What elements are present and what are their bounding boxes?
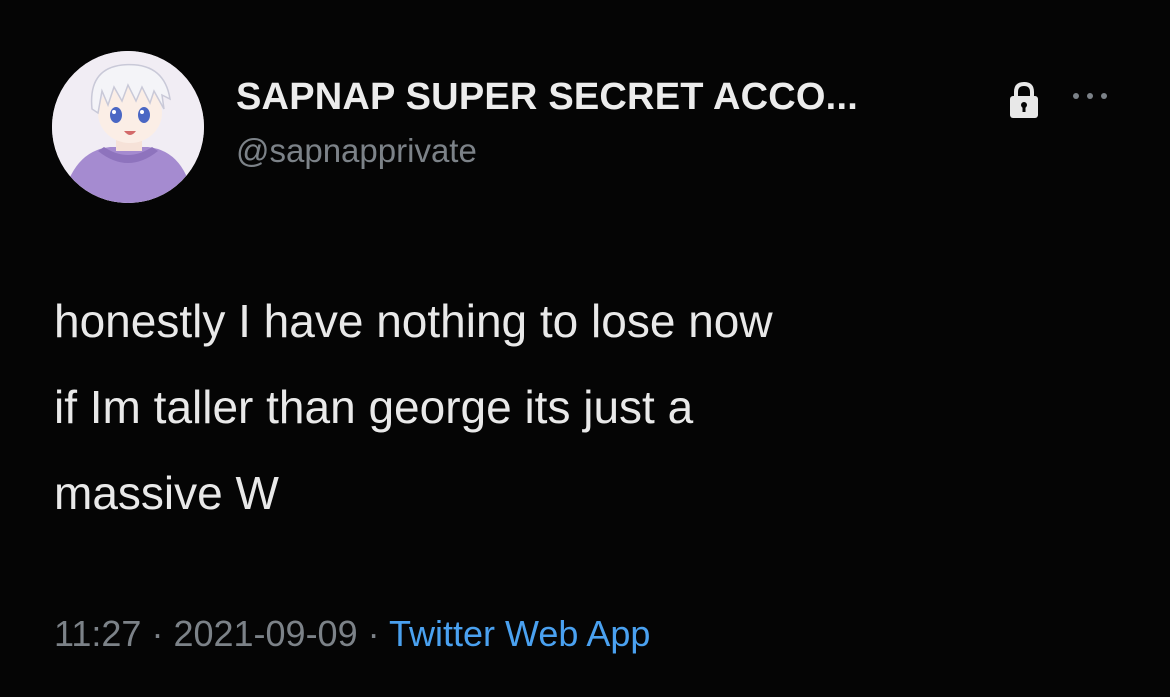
- handle[interactable]: @sapnapprivate: [236, 132, 477, 170]
- tweet-meta: 11:27 · 2021-09-09 · Twitter Web App: [54, 613, 650, 655]
- display-name[interactable]: SAPNAP SUPER SECRET ACCO...: [236, 76, 858, 119]
- meta-separator: ·: [151, 613, 164, 654]
- meta-separator: ·: [367, 613, 380, 654]
- lock-icon: [1010, 81, 1038, 118]
- tweet-date[interactable]: 2021-09-09: [173, 613, 357, 654]
- more-icon[interactable]: [1066, 86, 1114, 106]
- anime-avatar-icon: [52, 51, 204, 203]
- tweet-text-line: massive W: [54, 467, 279, 519]
- tweet-source-link[interactable]: Twitter Web App: [389, 613, 650, 654]
- tweet-text-line: if Im taller than george its just a: [54, 381, 694, 433]
- tweet-card: SAPNAP SUPER SECRET ACCO... @sapnappriva…: [0, 0, 1170, 697]
- tweet-time[interactable]: 11:27: [54, 613, 141, 654]
- avatar[interactable]: [52, 51, 204, 203]
- tweet-text: honestly I have nothing to lose now if I…: [54, 278, 1134, 536]
- tweet-text-line: honestly I have nothing to lose now: [54, 295, 773, 347]
